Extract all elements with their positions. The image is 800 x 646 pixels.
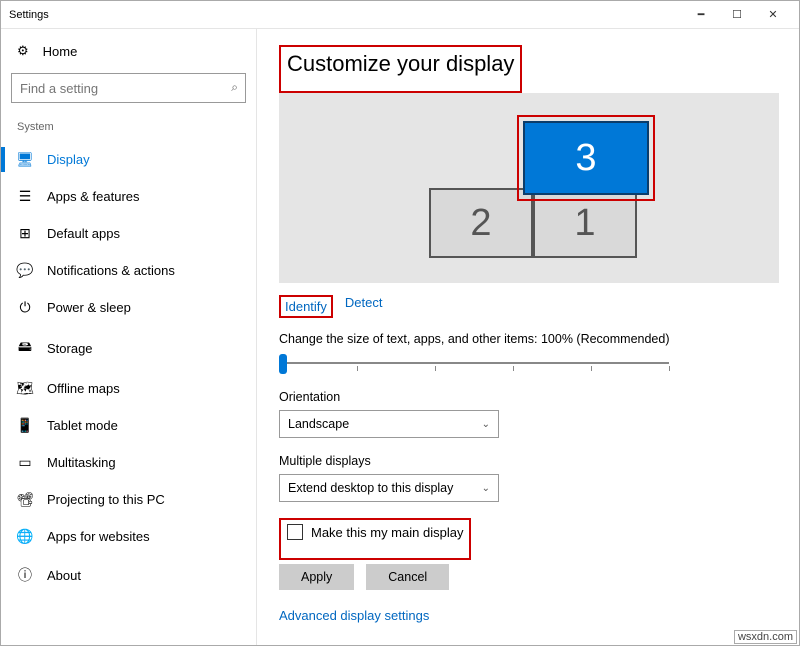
apps-icon: ☰ (17, 188, 33, 205)
sidebar-item-notifications[interactable]: 💬 Notifications & actions (1, 252, 256, 289)
multiple-displays-value: Extend desktop to this display (288, 481, 453, 495)
watermark: wsxdn.com (734, 630, 797, 644)
home-label: Home (43, 44, 78, 59)
projecting-icon: 📽 (17, 491, 33, 508)
default-apps-icon: ⊞ (17, 225, 33, 242)
monitor-label: 2 (470, 202, 491, 245)
orientation-dropdown[interactable]: Landscape ⌄ (279, 410, 499, 438)
websites-icon: 🌐 (17, 528, 33, 545)
identify-link[interactable]: Identify (279, 295, 333, 318)
cancel-button[interactable]: Cancel (366, 564, 449, 590)
orientation-label: Orientation (279, 390, 777, 404)
titlebar: Settings ━ ☐ ✕ (1, 1, 799, 29)
sidebar-item-tablet-mode[interactable]: 📱 Tablet mode (1, 407, 256, 444)
checkbox[interactable] (287, 524, 303, 540)
sidebar-item-label: Multitasking (47, 455, 116, 470)
sidebar-item-label: Storage (47, 341, 93, 356)
power-icon: ⏻ (17, 299, 33, 316)
orientation-value: Landscape (288, 417, 349, 431)
sidebar-group-label: System (1, 115, 256, 141)
sidebar-item-label: Tablet mode (47, 418, 118, 433)
slider-track (279, 362, 669, 364)
main-layout: ⚙ Home ⌕ System 🖥 Display ☰ Apps & feature… (1, 29, 799, 645)
chevron-down-icon: ⌄ (482, 483, 490, 494)
sidebar-item-label: Projecting to this PC (47, 492, 165, 507)
window-controls: ━ ☐ ✕ (683, 4, 791, 26)
sidebar-item-offline-maps[interactable]: 🗺 Offline maps (1, 370, 256, 407)
tablet-icon: 📱 (17, 417, 33, 434)
main-display-label: Make this my main display (311, 525, 463, 540)
sidebar-item-label: About (47, 568, 81, 583)
minimize-button[interactable]: ━ (683, 4, 719, 26)
highlight-title: Customize your display (279, 45, 522, 93)
advanced-display-settings-link[interactable]: Advanced display settings (279, 608, 777, 623)
search-icon: ⌕ (231, 80, 238, 95)
button-row: Apply Cancel (279, 564, 777, 590)
main-display-checkbox-row[interactable]: Make this my main display (281, 520, 469, 544)
sidebar: ⚙ Home ⌕ System 🖥 Display ☰ Apps & feature… (1, 29, 257, 645)
apply-button[interactable]: Apply (279, 564, 354, 590)
monitor-label: 1 (574, 202, 595, 245)
nav-list: 🖥Display ☰Apps & features ⊞Default apps … (1, 141, 256, 645)
slider-tick (435, 366, 436, 371)
slider-tick (513, 366, 514, 371)
storage-icon: 🖴 (17, 336, 33, 360)
maps-icon: 🗺 (17, 380, 33, 397)
display-arrangement[interactable]: 2 1 3 (279, 93, 779, 283)
display-icon: 🖥 (17, 151, 33, 168)
slider-tick (591, 366, 592, 371)
sidebar-item-display[interactable]: 🖥 Display (1, 141, 256, 178)
about-icon: ⓘ (17, 565, 33, 585)
scale-slider[interactable] (279, 352, 669, 376)
sidebar-item-label: Offline maps (47, 381, 120, 396)
monitor-3[interactable]: 3 (523, 121, 649, 195)
sidebar-item-label: Notifications & actions (47, 263, 175, 278)
slider-tick (669, 366, 670, 371)
close-button[interactable]: ✕ (755, 4, 791, 26)
sidebar-item-about[interactable]: ⓘ About (1, 555, 256, 595)
sidebar-item-default-apps[interactable]: ⊞ Default apps (1, 215, 256, 252)
multiple-displays-label: Multiple displays (279, 454, 777, 468)
highlight-monitor-3: 3 (517, 115, 655, 201)
identify-detect-row: Identify Detect (279, 295, 777, 318)
sidebar-item-apps-websites[interactable]: 🌐 Apps for websites (1, 518, 256, 555)
sidebar-item-storage[interactable]: 🖴 Storage (1, 326, 256, 370)
highlight-main-display: Make this my main display (279, 518, 471, 560)
sidebar-item-label: Apps for websites (47, 529, 150, 544)
sidebar-item-label: Default apps (47, 226, 120, 241)
monitor-label: 3 (575, 137, 596, 180)
maximize-button[interactable]: ☐ (719, 4, 755, 26)
window-title: Settings (9, 9, 683, 21)
sidebar-item-label: Display (47, 152, 90, 167)
multiple-displays-dropdown[interactable]: Extend desktop to this display ⌄ (279, 474, 499, 502)
page-title: Customize your display (281, 47, 520, 81)
sidebar-item-projecting[interactable]: 📽 Projecting to this PC (1, 481, 256, 518)
search-input[interactable] (11, 73, 246, 103)
home-button[interactable]: ⚙ Home (1, 29, 256, 69)
detect-link[interactable]: Detect (345, 295, 383, 318)
multitasking-icon: ▭ (17, 454, 33, 471)
content-area: Customize your display 2 1 3 Identify De… (257, 29, 799, 645)
sidebar-item-power-sleep[interactable]: ⏻ Power & sleep (1, 289, 256, 326)
notifications-icon: 💬 (17, 262, 33, 279)
slider-tick (357, 366, 358, 371)
sidebar-item-label: Power & sleep (47, 300, 131, 315)
sidebar-item-apps-features[interactable]: ☰ Apps & features (1, 178, 256, 215)
sidebar-item-multitasking[interactable]: ▭ Multitasking (1, 444, 256, 481)
slider-thumb[interactable] (279, 354, 287, 374)
sidebar-item-label: Apps & features (47, 189, 140, 204)
search-container: ⌕ (11, 73, 246, 103)
scale-label: Change the size of text, apps, and other… (279, 332, 777, 346)
gear-icon: ⚙ (17, 43, 29, 59)
chevron-down-icon: ⌄ (482, 419, 490, 430)
